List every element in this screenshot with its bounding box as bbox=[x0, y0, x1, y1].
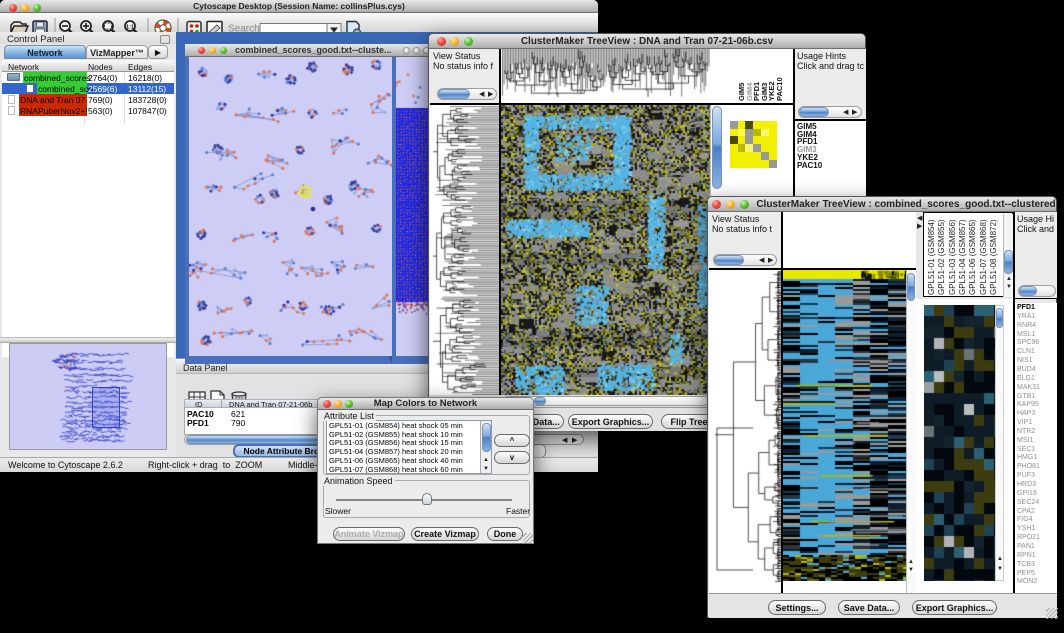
svg-text:1:1: 1:1 bbox=[126, 25, 134, 31]
